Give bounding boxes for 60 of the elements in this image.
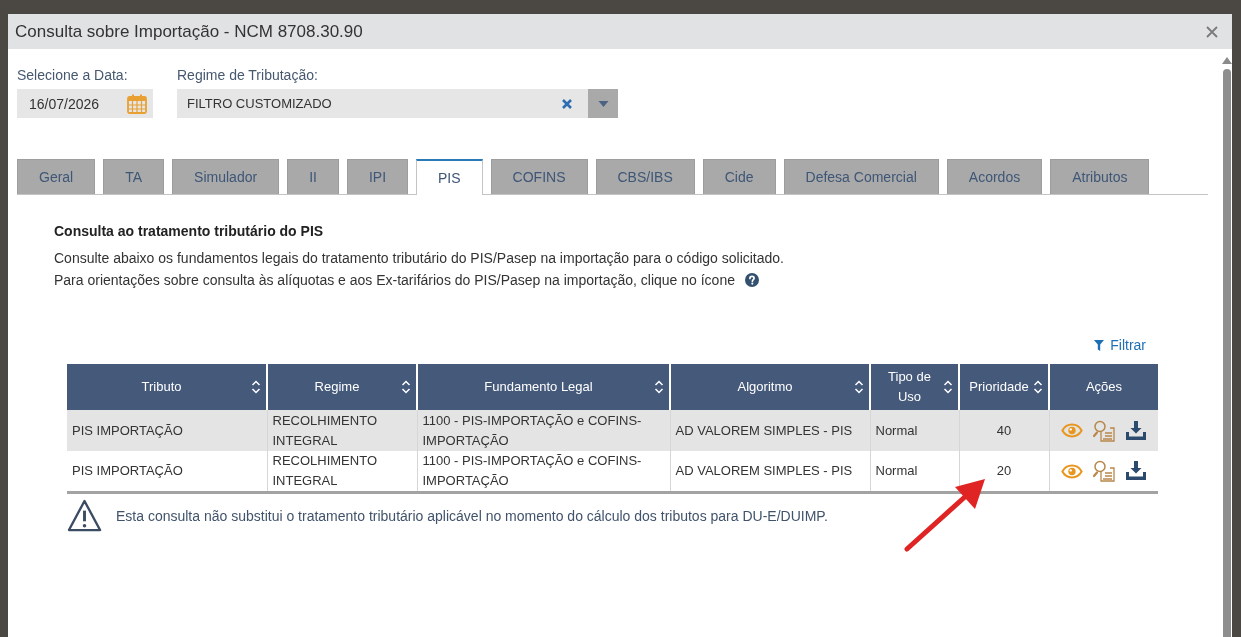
date-field[interactable]: 16/07/2026: [17, 89, 153, 118]
date-label: Selecione a Data:: [17, 67, 129, 83]
column-header[interactable]: Fundamento Legal: [417, 364, 670, 410]
column-header[interactable]: Regime: [267, 364, 417, 410]
tab[interactable]: Cide: [702, 159, 776, 194]
scroll-up-icon[interactable]: [1222, 57, 1232, 64]
column-header[interactable]: Tributo: [67, 364, 267, 410]
table-cell: PIS IMPORTAÇÃO: [67, 410, 267, 451]
tab[interactable]: Geral: [17, 159, 96, 194]
table-cell: 1100 - PIS-IMPORTAÇÃO e COFINS-IMPORTAÇÃO: [417, 410, 670, 451]
scrollbar-thumb[interactable]: [1223, 69, 1231, 637]
table-cell: 1100 - PIS-IMPORTAÇÃO e COFINS-IMPORTAÇÃO: [417, 451, 670, 493]
tab[interactable]: CBS/IBS: [595, 159, 695, 194]
window-title: Consulta sobre Importação - NCM 8708.30.90: [15, 21, 363, 42]
sort-icon[interactable]: [1033, 379, 1043, 395]
notice-text: Esta consulta não substitui o tratamento tributário aplicável no momento do cálculo dos tributos para DU-E/DUIMP.: [116, 507, 828, 524]
caret-icon: [597, 100, 609, 107]
column-header[interactable]: Algoritmo: [670, 364, 870, 410]
column-header[interactable]: Ações: [1049, 364, 1158, 410]
document-search-icon[interactable]: [1092, 460, 1115, 482]
sort-icon[interactable]: [251, 379, 261, 395]
sort-icon[interactable]: [854, 379, 864, 395]
filter-link[interactable]: Filtrar: [1094, 337, 1146, 353]
regime-select[interactable]: FILTRO CUSTOMIZADO: [177, 89, 618, 118]
section-title: Consulta ao tratamento tributário do PIS: [54, 223, 325, 239]
warning-icon: [67, 499, 102, 532]
tab[interactable]: Simulador: [172, 159, 280, 194]
filter-icon: [1094, 339, 1105, 351]
table-cell: PIS IMPORTAÇÃO: [67, 451, 267, 493]
table-cell: AD VALOREM SIMPLES - PIS: [670, 451, 870, 493]
tab[interactable]: TA: [103, 159, 165, 194]
document-search-icon[interactable]: [1092, 419, 1115, 442]
column-header[interactable]: Prioridade: [959, 364, 1049, 410]
regime-label: Regime de Tributação:: [177, 67, 319, 83]
download-icon[interactable]: [1124, 420, 1147, 441]
sort-icon[interactable]: [401, 379, 411, 395]
close-icon: [1206, 25, 1218, 38]
download-icon[interactable]: [1124, 461, 1147, 481]
description-text: Consulte abaixo os fundamentos legais do tratamento tributário do PIS/Pasep na importação para o código solicitado.: [54, 249, 784, 268]
table-cell: RECOLHIMENTO INTEGRAL: [267, 410, 417, 451]
description-text: Para orientações sobre consulta às alíquotas e aos Ex-tarifários do PIS/Pasep na importação, clique no ícone: [54, 271, 735, 290]
tab[interactable]: Acordos: [946, 159, 1043, 194]
view-eye-icon[interactable]: [1060, 463, 1083, 479]
table-cell: 40: [959, 410, 1049, 451]
tab[interactable]: PIS: [416, 159, 483, 195]
tab[interactable]: COFINS: [490, 159, 588, 194]
sort-icon[interactable]: [943, 379, 953, 395]
dropdown-button[interactable]: [588, 89, 618, 118]
tab[interactable]: II: [287, 159, 339, 194]
tab[interactable]: Atributos: [1050, 159, 1150, 194]
tab[interactable]: IPI: [346, 159, 409, 194]
column-header[interactable]: Tipo de Uso: [870, 364, 959, 410]
tab[interactable]: Defesa Comercial: [783, 159, 939, 194]
table-cell: AD VALOREM SIMPLES - PIS: [670, 410, 870, 451]
close-button[interactable]: [1204, 23, 1220, 40]
clear-icon[interactable]: [562, 98, 572, 109]
table-cell: Normal: [870, 410, 959, 451]
table-cell: RECOLHIMENTO INTEGRAL: [267, 451, 417, 493]
sort-icon[interactable]: [654, 379, 664, 395]
help-icon[interactable]: [744, 273, 759, 287]
